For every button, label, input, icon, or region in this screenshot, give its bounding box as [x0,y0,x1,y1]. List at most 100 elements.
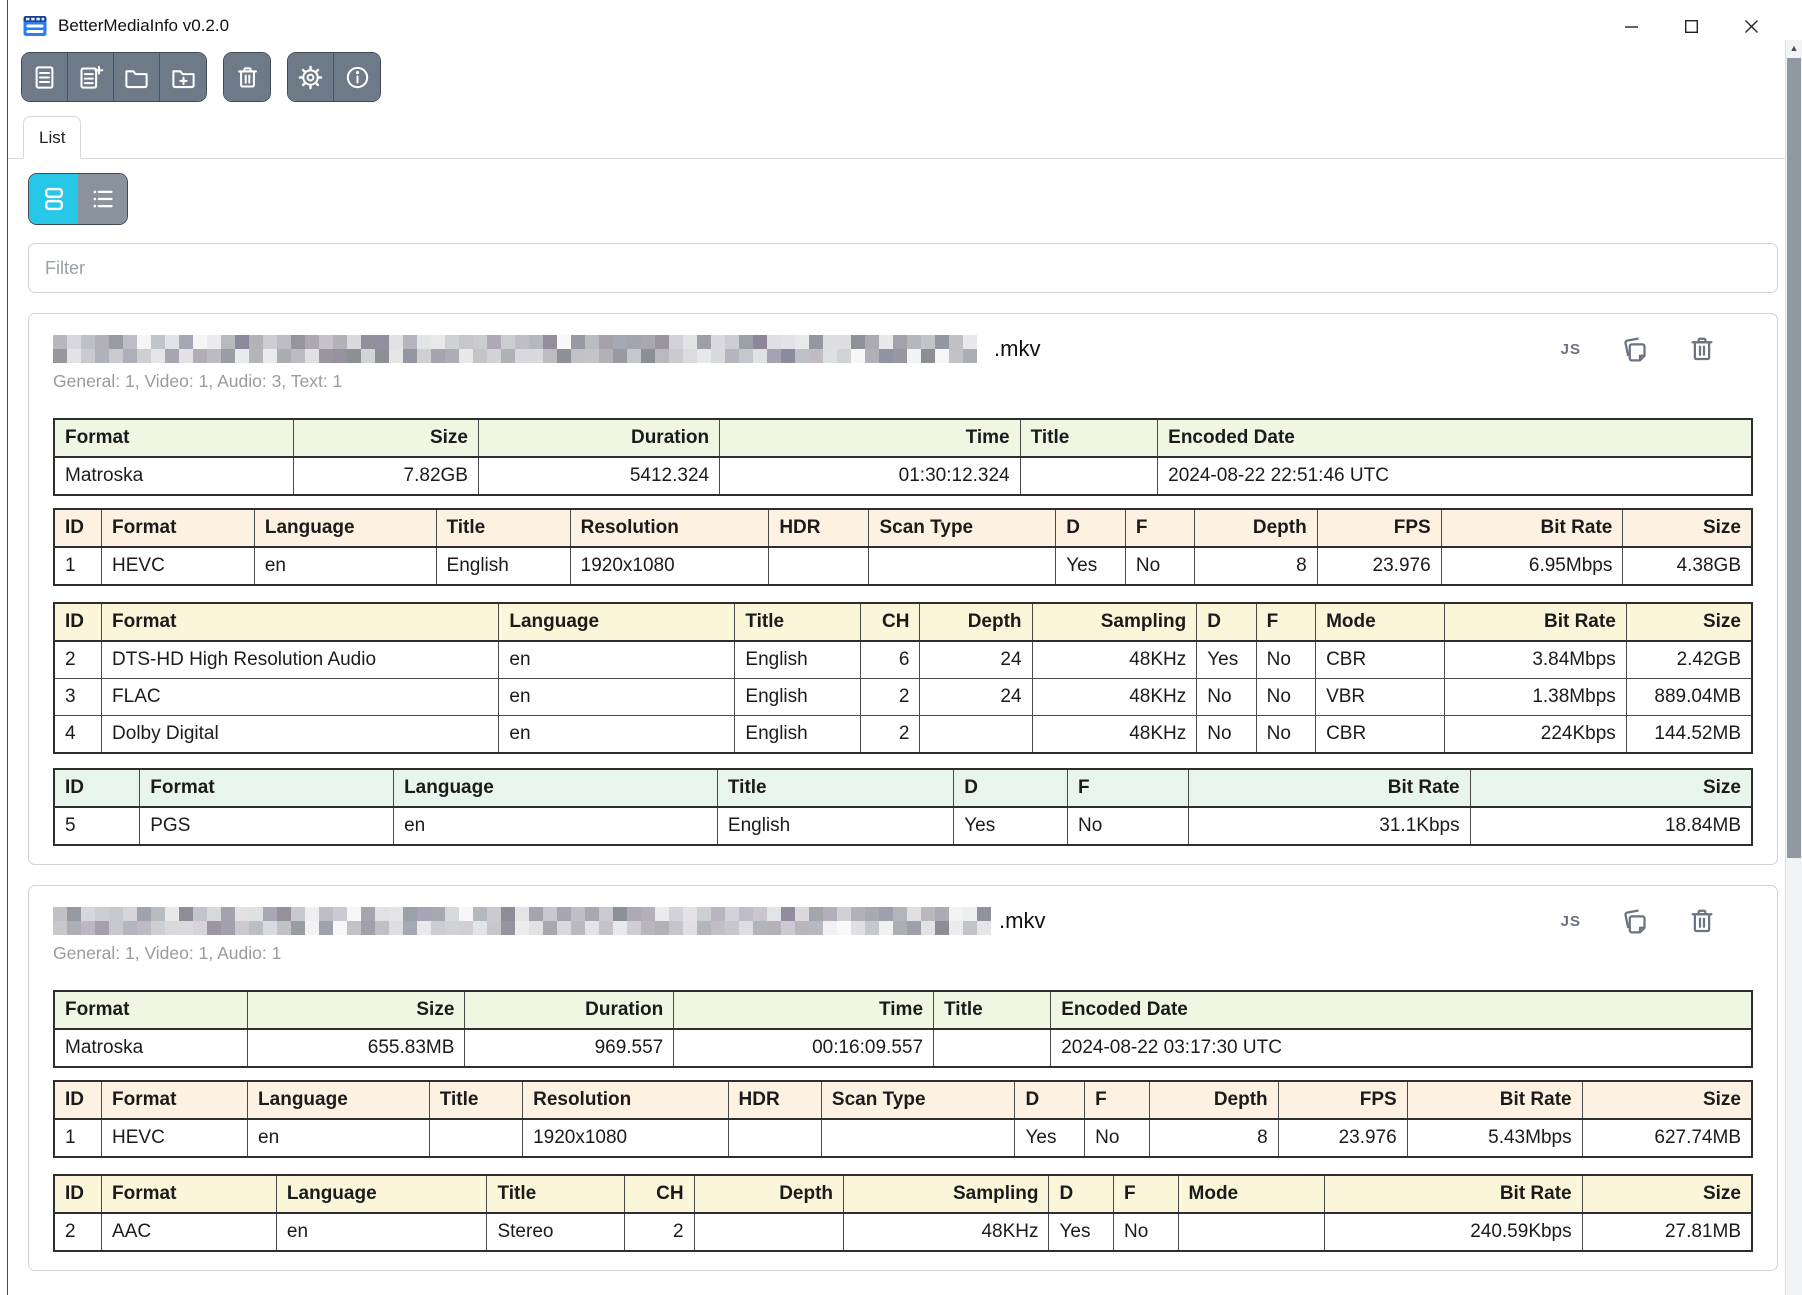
cell: No [1067,807,1188,845]
content-area: .mkv JS [8,159,1802,1271]
clear-group [223,52,271,102]
copy-icon[interactable] [1619,906,1649,936]
col-header-encoded-date: Encoded Date [1158,419,1752,457]
col-header-fps: FPS [1317,509,1441,547]
col-header-duration: Duration [478,419,719,457]
col-header-size: Size [1582,1081,1752,1119]
cell: 2024-08-22 22:51:46 UTC [1158,457,1752,495]
cell: Yes [1015,1119,1085,1157]
col-header-language: Language [248,1081,430,1119]
copy-icon[interactable] [1619,334,1649,364]
cell: 3 [54,679,102,716]
scrollbar-thumb[interactable] [1787,58,1801,858]
cell: en [499,716,735,754]
col-header-title: Title [436,509,570,547]
cell: 7.82GB [293,457,478,495]
cell [869,547,1056,585]
media-file-card: .mkv JS [28,313,1778,865]
col-header-bit-rate: Bit Rate [1407,1081,1582,1119]
col-header-size: Size [248,991,465,1029]
cell: 18.84MB [1470,807,1752,845]
media-file-card: .mkv JS [28,885,1778,1271]
col-header-id: ID [54,509,102,547]
card-view-button[interactable] [29,174,78,224]
cell: Yes [1056,547,1126,585]
cell: 4.38GB [1623,547,1752,585]
filter-input[interactable] [28,243,1778,293]
col-header-f: F [1125,509,1195,547]
settings-button[interactable] [288,53,334,101]
file-header: .mkv JS [53,906,1753,936]
json-export-button[interactable]: JS [1561,913,1581,930]
stream-summary: General: 1, Video: 1, Audio: 3, Text: 1 [53,371,1753,392]
col-header-ch: CH [861,603,920,641]
col-header-id: ID [54,1081,102,1119]
file-extension: .mkv [999,908,1045,934]
json-export-button[interactable]: JS [1561,341,1581,358]
cell: 655.83MB [248,1029,465,1067]
cell [429,1119,522,1157]
cell: 5412.324 [478,457,719,495]
open-folder-button[interactable] [114,53,160,101]
cell: No [1125,547,1195,585]
col-header-title: Title [429,1081,522,1119]
cell: 01:30:12.324 [720,457,1021,495]
minimize-button[interactable] [1608,11,1654,41]
add-file-button[interactable] [68,53,114,101]
cell: CBR [1316,716,1445,754]
list-view-button[interactable] [78,174,127,224]
cell: 48KHz [844,1213,1049,1251]
cell: Stereo [487,1213,625,1251]
video-table: IDFormatLanguageTitleResolutionHDRScan T… [53,1080,1753,1158]
tab-list[interactable]: List [23,116,81,159]
cell: Matroska [54,457,293,495]
cell: 1920x1080 [570,547,769,585]
col-header-bit-rate: Bit Rate [1445,603,1627,641]
col-header-id: ID [54,1175,102,1213]
cell [769,547,869,585]
general-table: FormatSizeDurationTimeTitleEncoded DateM… [53,990,1753,1068]
minimize-icon [1624,19,1639,34]
open-file-button[interactable] [22,53,68,101]
col-header-format: Format [140,769,394,807]
list-view-icon [86,182,120,216]
cell [934,1029,1051,1067]
cell: 1.38Mbps [1445,679,1627,716]
delete-icon[interactable] [1687,334,1717,364]
clear-list-button[interactable] [224,53,270,101]
col-header-depth: Depth [694,1175,843,1213]
col-header-duration: Duration [465,991,674,1029]
data-row: 1HEVCenEnglish1920x1080YesNo823.9766.95M… [54,547,1752,585]
maximize-button[interactable] [1668,11,1714,41]
col-header-format: Format [102,509,255,547]
cell: 8 [1149,1119,1278,1157]
cell: 6 [861,641,920,679]
cell: en [499,679,735,716]
cell: No [1085,1119,1150,1157]
col-header-language: Language [254,509,436,547]
data-row: 2AACenStereo248KHzYesNo240.59Kbps27.81MB [54,1213,1752,1251]
scroll-up-arrow-icon[interactable]: ▲ [1786,40,1802,56]
cell: en [248,1119,430,1157]
settings-group [287,52,381,102]
col-header-format: Format [102,1081,248,1119]
col-header-scan-type: Scan Type [821,1081,1015,1119]
vertical-scrollbar: ▲ [1785,40,1802,1295]
data-row: 5PGSenEnglishYesNo31.1Kbps18.84MB [54,807,1752,845]
delete-icon[interactable] [1687,906,1717,936]
col-header-time: Time [674,991,934,1029]
cell: English [735,679,861,716]
text-table: IDFormatLanguageTitleDFBit RateSize5PGSe… [53,768,1753,846]
cell: 224Kbps [1445,716,1627,754]
col-header-depth: Depth [920,603,1032,641]
add-folder-button[interactable] [160,53,206,101]
cell: 1920x1080 [523,1119,728,1157]
add-folder-icon [170,64,197,91]
cell: English [717,807,953,845]
cell: 240.59Kbps [1324,1213,1582,1251]
cell: No [1256,641,1315,679]
col-header-title: Title [717,769,953,807]
about-button[interactable] [334,53,380,101]
filter-container [28,243,1778,293]
close-button[interactable] [1728,11,1774,41]
